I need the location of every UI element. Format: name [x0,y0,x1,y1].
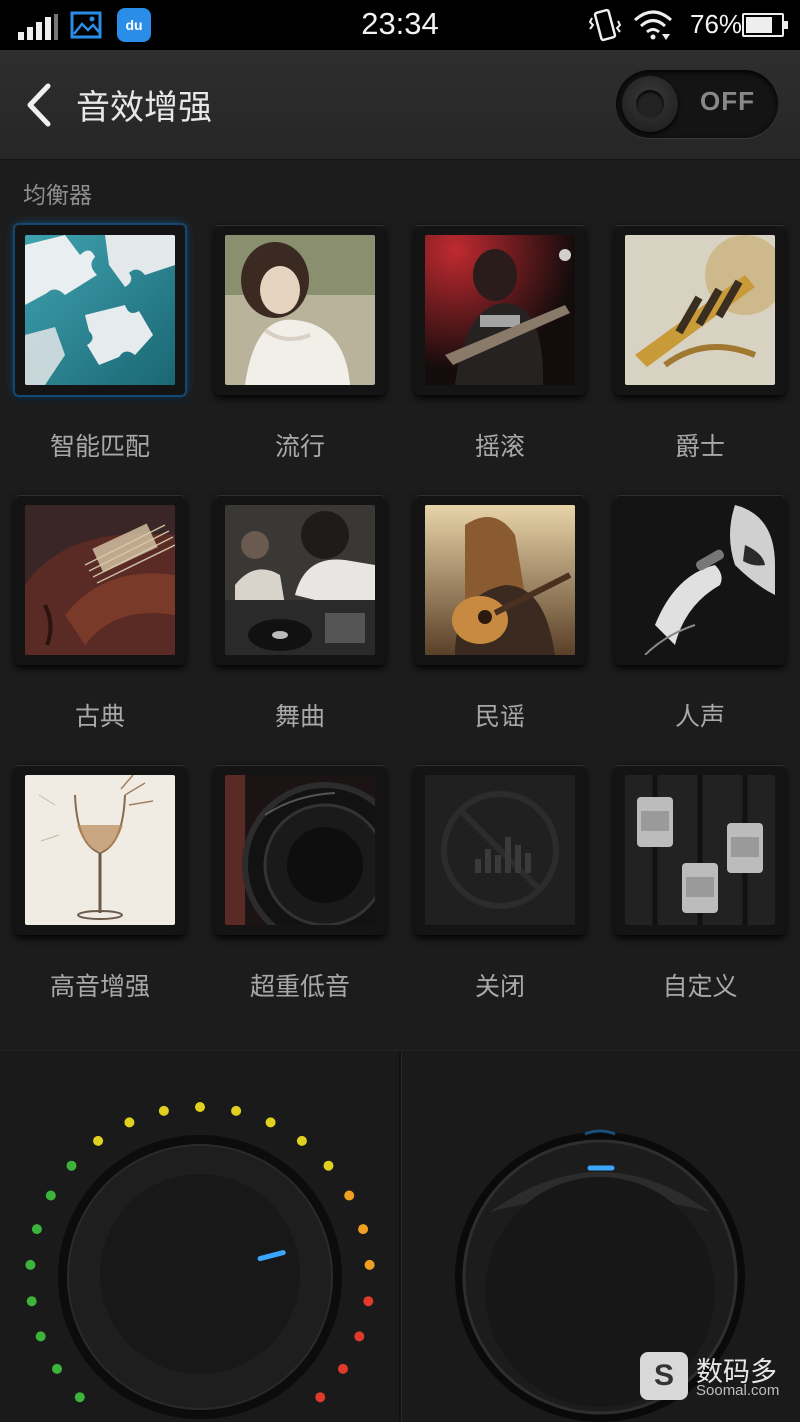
gallery-icon [70,11,102,39]
back-button[interactable] [20,80,60,130]
led-dot [31,1224,42,1235]
preset-label: 高音增强 [49,972,150,1001]
preset-label: 超重低音 [249,972,350,1001]
preset-treble-boost[interactable]: 高音增强 [15,765,185,1015]
vibrate-icon [588,8,622,42]
led-dot [338,1363,348,1374]
preset-custom[interactable]: 自定义 [615,765,785,1015]
preset-smart-match[interactable]: 智能匹配 [15,225,185,475]
preset-label: 自定义 [662,972,738,1001]
rock-thumbnail [425,235,575,385]
led-dot [344,1190,355,1201]
led-dot [35,1331,46,1342]
led-dot [315,1392,326,1403]
battery-percent: 76% [690,9,743,39]
preset-super-bass[interactable]: 超重低音 [215,765,385,1015]
singer-thumbnail [625,505,775,655]
led-dot [231,1105,242,1116]
preset-folk[interactable]: 民谣 [415,495,585,745]
led-dot [52,1363,62,1374]
preset-label: 关闭 [474,972,525,1001]
sliders-icon [625,775,775,925]
led-dot [93,1135,104,1146]
led-dot [74,1392,85,1403]
watermark: S 数码多 Soomal.com [640,1352,790,1402]
led-dot [354,1331,365,1342]
toggle-label: OFF [700,86,755,116]
du-app-icon: du [117,8,151,42]
preset-dance[interactable]: 舞曲 [215,495,385,745]
led-dot [195,1102,205,1112]
wine-glass-thumbnail [25,775,175,925]
wifi-icon [634,10,672,40]
toggle-knob[interactable] [622,76,678,132]
led-dot [66,1160,77,1171]
preset-label: 人声 [674,702,725,731]
preset-label: 摇滚 [474,432,525,461]
dj-thumbnail [225,505,375,655]
led-dot [323,1160,334,1171]
led-dot [363,1296,374,1307]
preset-label: 古典 [74,702,125,731]
preset-jazz[interactable]: 爵士 [615,225,785,475]
sound-enhance-toggle[interactable]: OFF [616,70,778,138]
knob-cap[interactable] [100,1174,300,1374]
watermark-subtitle: Soomal.com [696,1382,780,1399]
preset-pop[interactable]: 流行 [215,225,385,475]
led-dot [358,1224,369,1235]
preset-label: 智能匹配 [49,432,150,461]
clock: 23:34 [361,6,439,41]
violin-thumbnail [25,505,175,655]
preset-label: 流行 [274,432,325,461]
speaker-thumbnail [225,775,375,925]
battery-fill [746,17,772,33]
section-label-equalizer: 均衡器 [23,183,92,209]
preset-vocal[interactable]: 人声 [615,495,785,745]
pop-thumbnail [225,235,375,385]
led-dot [45,1190,56,1201]
jazz-thumbnail [625,235,775,385]
battery-icon [742,13,788,37]
led-dot [296,1135,307,1146]
status-bar: du 23:34 76% [0,0,800,50]
led-dot [158,1105,169,1116]
led-dot [364,1259,375,1270]
signal-icon [18,14,58,40]
left-knob[interactable] [0,1052,400,1422]
preset-label: 爵士 [674,432,725,461]
puzzle-thumbnail [25,235,175,385]
guitar-thumbnail [425,505,575,655]
preset-label: 民谣 [474,702,525,731]
preset-label: 舞曲 [274,702,325,731]
led-dot [26,1296,37,1307]
led-dot [265,1117,276,1128]
led-dot [124,1117,135,1128]
app-header: 音效增强 OFF [0,50,800,160]
preset-off[interactable]: 关闭 [415,765,585,1015]
page-title: 音效增强 [76,88,212,128]
soomal-logo: S [640,1352,688,1400]
preset-classical[interactable]: 古典 [15,495,185,745]
led-dot [25,1259,36,1270]
preset-rock[interactable]: 摇滚 [415,225,585,475]
eq-off-icon [425,775,575,925]
